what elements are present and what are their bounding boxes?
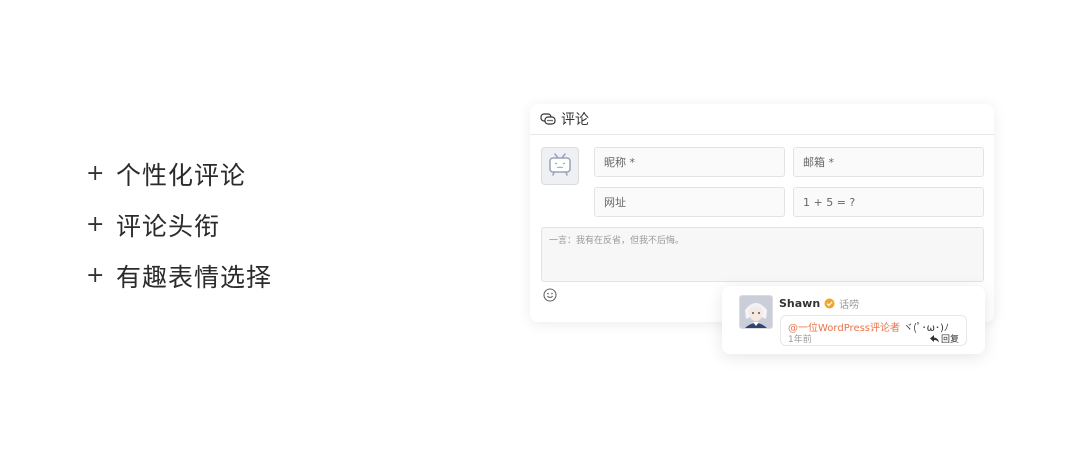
comment-preview: Shawn 话唠 @一位WordPress评论者 ヾ(ﾟ･ω･)ﾉ 1年前 回复 bbox=[722, 286, 985, 354]
comment-bubble-icon bbox=[540, 113, 556, 125]
feature-label: 评论头衔 bbox=[116, 211, 221, 241]
feature-label: 有趣表情选择 bbox=[116, 262, 273, 292]
avatar[interactable] bbox=[541, 147, 579, 185]
avatar[interactable] bbox=[739, 295, 773, 329]
website-field[interactable]: 网址 bbox=[594, 187, 785, 217]
feature-label: 个性化评论 bbox=[116, 160, 247, 190]
feature-item: + 有趣表情选择 bbox=[86, 250, 272, 301]
comment-bubble: @一位WordPress评论者 ヾ(ﾟ･ω･)ﾉ 1年前 回复 bbox=[780, 315, 967, 346]
comment-textarea[interactable]: 一言：我有在反省，但我不后悔。 bbox=[541, 227, 984, 282]
comment-timestamp: 1年前 bbox=[788, 335, 812, 345]
comment-author-name: Shawn bbox=[779, 297, 821, 310]
verified-badge-icon bbox=[824, 298, 835, 309]
plus-icon: + bbox=[86, 263, 106, 288]
comment-text: @一位WordPress评论者 ヾ(ﾟ･ω･)ﾉ bbox=[788, 319, 949, 334]
smiley-icon[interactable] bbox=[543, 288, 557, 302]
reply-arrow-icon bbox=[929, 334, 939, 342]
feature-list: + 个性化评论 + 评论头衔 + 有趣表情选择 bbox=[86, 148, 272, 301]
reply-button[interactable]: 回复 bbox=[929, 332, 959, 345]
reply-label: 回复 bbox=[940, 335, 959, 345]
comment-author-line: Shawn 话唠 bbox=[779, 296, 859, 311]
feature-item: + 评论头衔 bbox=[86, 199, 272, 250]
plus-icon: + bbox=[86, 161, 106, 186]
plus-icon: + bbox=[86, 212, 106, 237]
comment-form-header: 评论 bbox=[530, 104, 994, 135]
comment-form-title: 评论 bbox=[561, 112, 589, 128]
feature-item: + 个性化评论 bbox=[86, 148, 272, 199]
nickname-field[interactable]: 昵称 * bbox=[594, 147, 785, 177]
captcha-field[interactable]: 1 + 5 = ? bbox=[793, 187, 984, 217]
user-title-tag: 话唠 bbox=[839, 300, 860, 311]
email-field[interactable]: 邮箱 * bbox=[793, 147, 984, 177]
bilibili-tv-icon bbox=[547, 151, 573, 181]
